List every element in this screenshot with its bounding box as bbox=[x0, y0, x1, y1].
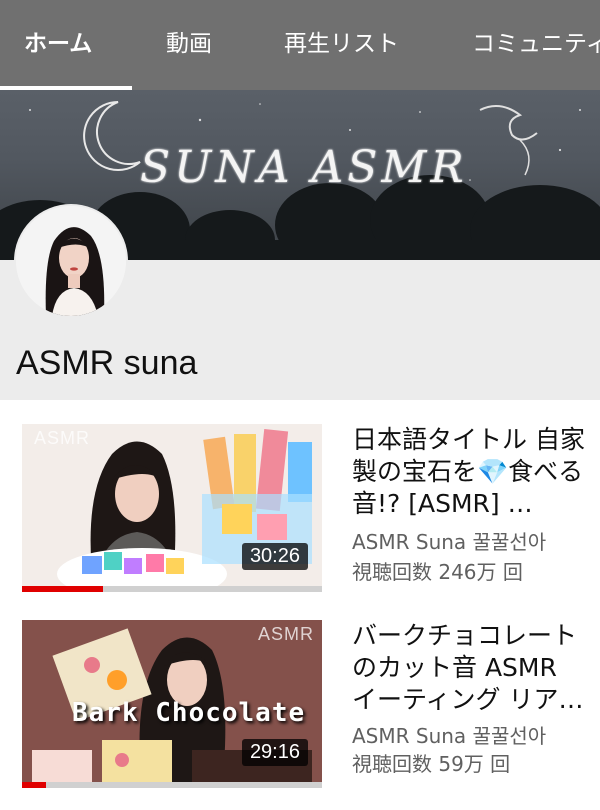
channel-avatar[interactable] bbox=[16, 206, 126, 316]
channel-tab-bar: ホーム 動画 再生リスト コミュニティ bbox=[0, 0, 600, 90]
video-view-count: 視聴回数 246万 回 bbox=[352, 560, 523, 584]
channel-name: ASMR suna bbox=[16, 344, 198, 382]
video-title[interactable]: 日本語タイトル 自家製の宝石を💎食べる音!? [ASMR] … bbox=[352, 424, 588, 520]
thumbnail-overlay-title: Bark Chocolate bbox=[72, 698, 306, 728]
video-thumbnail[interactable]: ASMR 30:26 bbox=[22, 424, 322, 592]
video-item[interactable]: ASMR Bark Chocolate 29:16 バークチョコレートのカット音… bbox=[0, 620, 600, 810]
tab-community[interactable]: コミュニティ bbox=[472, 24, 600, 70]
video-duration: 29:16 bbox=[241, 739, 308, 766]
thumbnail-watermark: ASMR bbox=[257, 624, 314, 644]
watch-progress-track bbox=[22, 782, 322, 788]
video-title[interactable]: バークチョコレートのカット音 ASMR イーティング リア… bbox=[352, 620, 588, 716]
video-item[interactable]: ASMR 30:26 日本語タイトル 自家製の宝石を💎食べる音!? [ASMR]… bbox=[0, 422, 600, 612]
tab-home[interactable]: ホーム bbox=[24, 24, 92, 70]
banner-title: SUNA ASMR bbox=[140, 142, 468, 193]
video-view-count: 視聴回数 59万 回 bbox=[352, 752, 511, 776]
tab-videos[interactable]: 動画 bbox=[166, 24, 212, 70]
video-channel-name: ASMR Suna 꿀꿀선아 bbox=[352, 530, 547, 554]
video-channel-name: ASMR Suna 꿀꿀선아 bbox=[352, 724, 547, 748]
avatar-portrait bbox=[16, 206, 126, 316]
watch-progress-bar bbox=[22, 782, 46, 788]
tab-playlists[interactable]: 再生リスト bbox=[284, 24, 399, 70]
thumbnail-watermark: ASMR bbox=[34, 428, 91, 448]
video-thumbnail[interactable]: ASMR Bark Chocolate 29:16 bbox=[22, 620, 322, 788]
video-duration: 30:26 bbox=[241, 543, 308, 570]
watch-progress-bar bbox=[22, 586, 103, 592]
